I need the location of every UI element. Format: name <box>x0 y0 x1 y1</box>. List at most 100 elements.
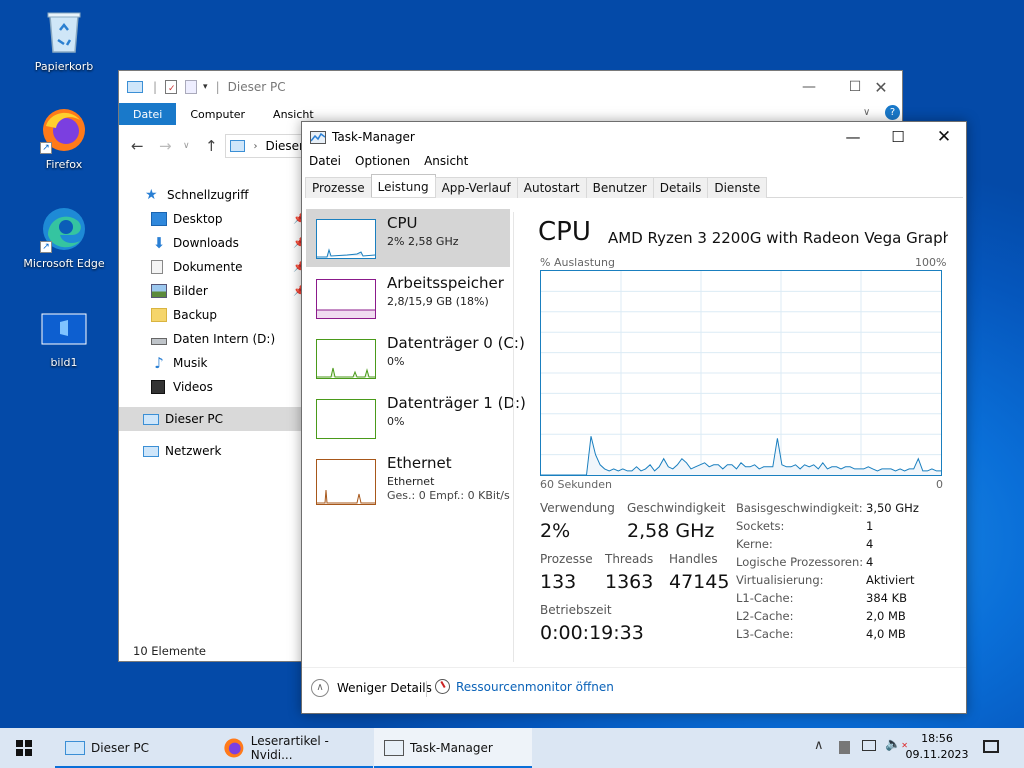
fewer-details-button[interactable]: ∧ Weniger Details <box>311 679 432 697</box>
desktop-icon-label: Firefox <box>45 158 83 171</box>
recycle-bin-icon <box>40 8 88 56</box>
resource-memory[interactable]: Arbeitsspeicher 2,8/15,9 GB (18%) <box>306 269 510 327</box>
chevron-down-icon[interactable]: ∨ <box>863 107 870 118</box>
explorer-titlebar[interactable]: | ✓ ▾ | Dieser PC — ☐ ✕ <box>119 71 902 103</box>
close-button[interactable]: ✕ <box>858 71 904 103</box>
tm-menubar: Datei Optionen Ansicht <box>302 152 475 172</box>
graph-label-top-left: % Auslastung <box>540 256 615 269</box>
pictures-icon <box>151 284 167 298</box>
task-manager-window[interactable]: Task-Manager — ☐ ✕ Datei Optionen Ansich… <box>301 121 967 714</box>
nav-drive-d[interactable]: Daten Intern (D:) <box>119 327 302 351</box>
nav-videos[interactable]: Videos <box>119 375 302 399</box>
back-arrow-icon[interactable]: ← <box>131 137 144 155</box>
new-folder-icon[interactable] <box>185 80 198 94</box>
firefox-icon <box>224 738 244 758</box>
label-handles: Handles <box>669 552 718 566</box>
cpu-usage-history-chart <box>541 271 941 476</box>
nav-label: Videos <box>173 380 213 394</box>
ribbon-tab-datei[interactable]: Datei <box>119 103 177 125</box>
detail-key: Logische Prozessoren: <box>736 555 864 569</box>
nav-label: Netzwerk <box>165 444 222 458</box>
detail-value: Aktiviert <box>866 573 915 587</box>
menu-ansicht[interactable]: Ansicht <box>417 152 475 172</box>
ribbon-tab-computer[interactable]: Computer <box>176 103 259 125</box>
detail-value: 1 <box>866 519 874 533</box>
taskbar-item-explorer[interactable]: Dieser PC <box>55 728 215 768</box>
detail-value: 4,0 MB <box>866 627 906 641</box>
maximize-button[interactable]: ☐ <box>875 122 921 152</box>
separator <box>426 681 427 697</box>
explorer-title: Dieser PC <box>227 80 286 94</box>
nav-this-pc[interactable]: Dieser PC <box>119 407 302 431</box>
nav-documents[interactable]: Dokumente 📌 <box>119 255 305 279</box>
close-button[interactable]: ✕ <box>921 122 967 152</box>
task-manager-icon <box>310 130 326 144</box>
tab-prozesse[interactable]: Prozesse <box>305 177 372 198</box>
folder-icon <box>151 308 167 322</box>
taskbar-item-firefox[interactable]: Leserartikel - Nvidi... <box>215 728 373 768</box>
resource-monitor-link[interactable]: Ressourcenmonitor öffnen <box>435 679 614 694</box>
nav-quick-access[interactable]: ★ Schnellzugriff <box>119 183 302 207</box>
clock[interactable]: 18:56 09.11.2023 <box>904 731 970 763</box>
pane-divider <box>513 212 514 662</box>
resource-disk-0[interactable]: Datenträger 0 (C:) 0% <box>306 329 525 387</box>
nav-downloads[interactable]: ⬇ Downloads 📌 <box>119 231 306 255</box>
start-button[interactable] <box>0 728 48 768</box>
resource-name: CPU <box>387 214 418 232</box>
resource-throughput: Ges.: 0 Empf.: 0 KBit/s <box>387 489 510 502</box>
nav-label: Desktop <box>173 212 223 226</box>
desktop-icon-image-file[interactable]: bild1 <box>19 310 109 369</box>
label-uptime: Betriebszeit <box>540 603 612 617</box>
nav-desktop[interactable]: Desktop 📌 <box>119 207 305 231</box>
resource-disk-1[interactable]: Datenträger 1 (D:) 0% <box>306 389 526 447</box>
menu-datei[interactable]: Datei <box>302 152 348 172</box>
resource-ethernet[interactable]: Ethernet Ethernet Ges.: 0 Empf.: 0 KBit/… <box>306 449 510 515</box>
taskbar-item-task-manager[interactable]: Task-Manager <box>374 728 532 768</box>
desktop-icon-edge[interactable]: ↗ Microsoft Edge <box>19 205 109 270</box>
tm-titlebar[interactable]: Task-Manager — ☐ ✕ <box>302 122 966 152</box>
nav-pictures[interactable]: Bilder 📌 <box>119 279 305 303</box>
desktop-icon-label: Microsoft Edge <box>23 257 105 270</box>
resource-name: Ethernet <box>387 454 452 472</box>
forward-arrow-icon[interactable]: → <box>159 137 172 155</box>
resource-adapter: Ethernet <box>387 475 435 488</box>
nav-backup[interactable]: Backup <box>119 303 302 327</box>
task-manager-icon <box>384 740 404 756</box>
graph-label-bottom-right: 0 <box>936 478 943 491</box>
tab-leistung[interactable]: Leistung <box>370 174 436 197</box>
tab-benutzer[interactable]: Benutzer <box>585 177 654 198</box>
tab-app-verlauf[interactable]: App-Verlauf <box>434 177 518 198</box>
show-hidden-icons-chevron-icon[interactable]: ∧ <box>814 738 824 753</box>
resource-name: Datenträger 0 (C:) <box>387 334 525 352</box>
tray-app-icon[interactable] <box>839 741 850 754</box>
desktop-icon-firefox[interactable]: ↗ Firefox <box>19 106 109 171</box>
resource-cpu[interactable]: CPU 2% 2,58 GHz <box>306 209 510 267</box>
help-icon[interactable]: ? <box>885 105 900 120</box>
minimize-button[interactable]: — <box>786 71 832 103</box>
explorer-nav-pane: ★ Schnellzugriff Desktop 📌 ⬇ Downloads 📌… <box>119 181 306 631</box>
menu-optionen[interactable]: Optionen <box>348 152 417 172</box>
detail-key: L2-Cache: <box>736 609 794 623</box>
notification-center-icon[interactable] <box>983 740 999 753</box>
resource-value: 2% 2,58 GHz <box>387 235 459 248</box>
up-arrow-icon[interactable]: ↑ <box>205 137 218 155</box>
nav-music[interactable]: ♪ Musik <box>119 351 302 375</box>
network-tray-icon[interactable] <box>862 740 876 751</box>
detail-key: Kerne: <box>736 537 773 551</box>
address-bar[interactable]: › Dieser <box>225 134 305 158</box>
detail-key: Sockets: <box>736 519 785 533</box>
document-icon <box>151 260 163 274</box>
nav-network[interactable]: Netzwerk <box>119 439 302 463</box>
recent-dropdown-icon[interactable]: ∨ <box>183 141 190 151</box>
tab-autostart[interactable]: Autostart <box>516 177 587 198</box>
minimize-button[interactable]: — <box>830 122 876 152</box>
tab-details[interactable]: Details <box>652 177 709 198</box>
nav-label: Bilder <box>173 284 208 298</box>
properties-icon[interactable]: ✓ <box>165 80 178 94</box>
resource-monitor-label: Ressourcenmonitor öffnen <box>456 679 614 694</box>
nav-label: Downloads <box>173 236 239 250</box>
tab-dienste[interactable]: Dienste <box>707 177 768 198</box>
desktop-icon-recycle-bin[interactable]: Papierkorb <box>19 8 109 73</box>
firefox-icon: ↗ <box>40 106 88 154</box>
customize-toolbar-icon[interactable]: ▾ <box>203 82 208 92</box>
